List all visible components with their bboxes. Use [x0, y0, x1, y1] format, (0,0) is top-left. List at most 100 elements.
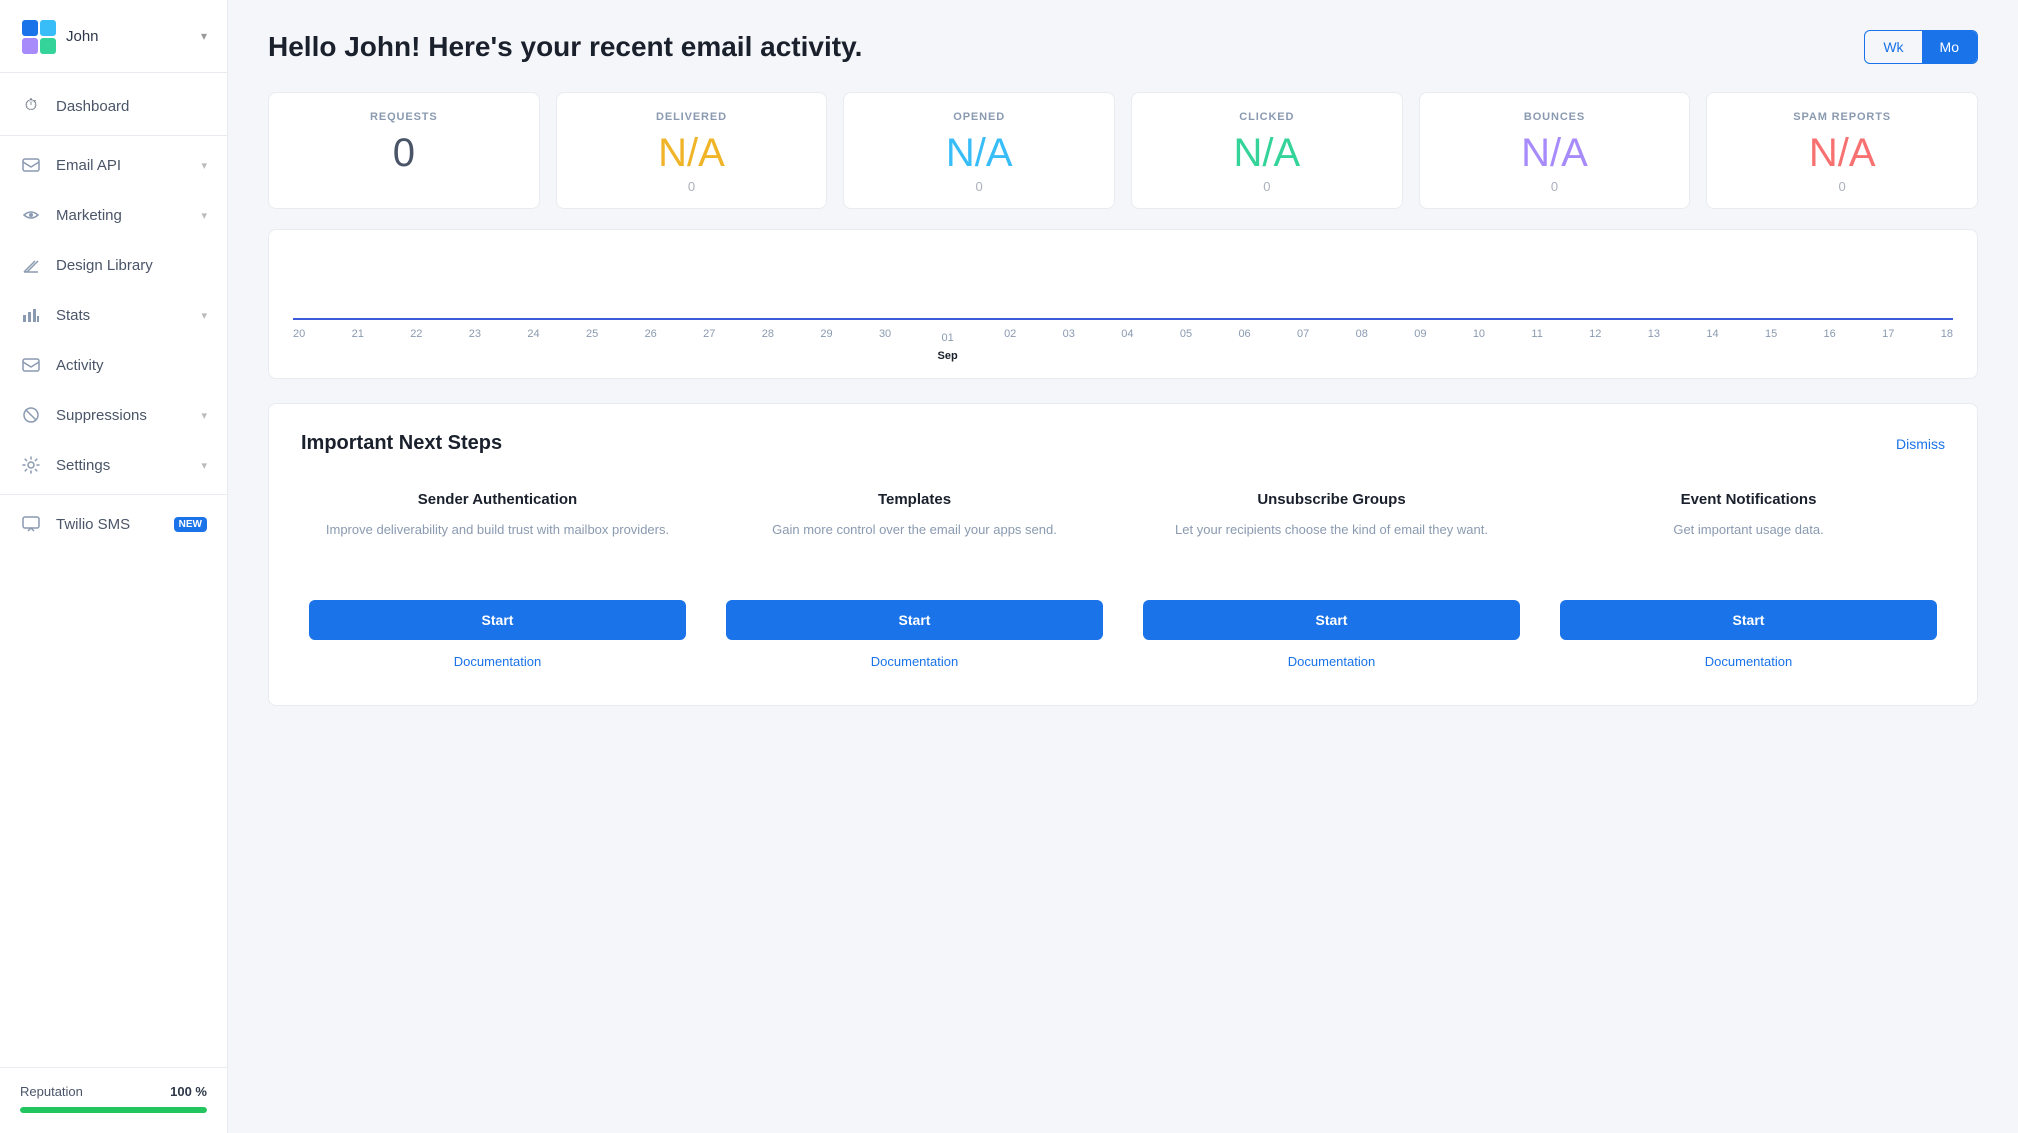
- sidebar-label-stats: Stats: [56, 307, 187, 324]
- main-content: Hello John! Here's your recent email act…: [228, 0, 2018, 1133]
- sidebar-label-design-library: Design Library: [56, 257, 207, 274]
- settings-chevron-icon: ▾: [201, 459, 207, 472]
- chart-label-29: 29: [820, 328, 832, 362]
- stat-value-delivered: N/A: [573, 133, 811, 173]
- chart-label-22: 22: [410, 328, 422, 362]
- step-start-sender-auth[interactable]: Start: [309, 600, 686, 640]
- sidebar-item-email-api[interactable]: Email API ▾: [0, 140, 227, 190]
- stat-value-requests: 0: [285, 133, 523, 173]
- sidebar-reputation: Reputation 100 %: [0, 1067, 227, 1133]
- sidebar-label-suppressions: Suppressions: [56, 407, 187, 424]
- stat-card-requests: REQUESTS 0: [268, 92, 540, 209]
- stat-card-spam-reports: SPAM REPORTS N/A 0: [1706, 92, 1978, 209]
- step-doc-event-notifications[interactable]: Documentation: [1560, 654, 1937, 669]
- stat-card-delivered: DELIVERED N/A 0: [556, 92, 828, 209]
- sidebar-username: John: [66, 28, 191, 45]
- page-title: Hello John! Here's your recent email act…: [268, 31, 862, 63]
- sidebar-item-dashboard[interactable]: ⏱ Dashboard: [0, 81, 227, 131]
- chart-label-09: 09: [1414, 328, 1426, 362]
- stat-sub-bounces: 0: [1436, 179, 1674, 194]
- step-title-unsubscribe-groups: Unsubscribe Groups: [1143, 491, 1520, 508]
- stats-cards: REQUESTS 0 DELIVERED N/A 0 OPENED N/A 0 …: [268, 92, 1978, 209]
- step-title-sender-auth: Sender Authentication: [309, 491, 686, 508]
- chart-label-17: 17: [1882, 328, 1894, 362]
- step-desc-templates: Gain more control over the email your ap…: [726, 520, 1103, 580]
- step-doc-sender-auth[interactable]: Documentation: [309, 654, 686, 669]
- sidebar-nav: ⏱ Dashboard Email API ▾ Marketing ▾ Desi…: [0, 73, 227, 1067]
- chart-label-03: 03: [1063, 328, 1075, 362]
- email-api-icon: [20, 154, 42, 176]
- sidebar-item-stats[interactable]: Stats ▾: [0, 290, 227, 340]
- user-chevron-icon: ▾: [201, 29, 207, 43]
- step-doc-templates[interactable]: Documentation: [726, 654, 1103, 669]
- chart-label-08: 08: [1356, 328, 1368, 362]
- suppressions-icon: [20, 404, 42, 426]
- reputation-bar: [20, 1107, 207, 1113]
- chart-label-30: 30: [879, 328, 891, 362]
- stat-sub-opened: 0: [860, 179, 1098, 194]
- chart-label-06: 06: [1238, 328, 1250, 362]
- reputation-label: Reputation: [20, 1084, 83, 1099]
- step-doc-unsubscribe-groups[interactable]: Documentation: [1143, 654, 1520, 669]
- step-title-event-notifications: Event Notifications: [1560, 491, 1937, 508]
- step-desc-event-notifications: Get important usage data.: [1560, 520, 1937, 580]
- sidebar: John ▾ ⏱ Dashboard Email API ▾ Marketing…: [0, 0, 228, 1133]
- sidebar-label-settings: Settings: [56, 457, 187, 474]
- chart-label-26: 26: [645, 328, 657, 362]
- period-mo-button[interactable]: Mo: [1922, 31, 1977, 63]
- stat-card-opened: OPENED N/A 0: [843, 92, 1115, 209]
- sidebar-item-marketing[interactable]: Marketing ▾: [0, 190, 227, 240]
- period-wk-button[interactable]: Wk: [1865, 31, 1921, 63]
- step-title-templates: Templates: [726, 491, 1103, 508]
- stat-value-opened: N/A: [860, 133, 1098, 173]
- email-api-chevron-icon: ▾: [201, 159, 207, 172]
- chart-label-14: 14: [1706, 328, 1718, 362]
- chart-label-11: 11: [1531, 328, 1542, 362]
- sidebar-label-twilio-sms: Twilio SMS: [56, 516, 156, 533]
- next-steps-title: Important Next Steps: [301, 432, 502, 455]
- app-logo: [20, 18, 56, 54]
- chart-area: 20 21 22 23 24 25 26 27 28 29 30 01 Sep …: [268, 229, 1978, 379]
- steps-grid: Sender Authentication Improve deliverabi…: [301, 483, 1945, 677]
- stat-sub-spam-reports: 0: [1723, 179, 1961, 194]
- stat-label-delivered: DELIVERED: [573, 111, 811, 123]
- chart-label-15: 15: [1765, 328, 1777, 362]
- reputation-fill: [20, 1107, 207, 1113]
- stat-label-bounces: BOUNCES: [1436, 111, 1674, 123]
- sidebar-label-email-api: Email API: [56, 157, 187, 174]
- sidebar-label-marketing: Marketing: [56, 207, 187, 224]
- sidebar-label-dashboard: Dashboard: [56, 98, 207, 115]
- chart-label-02: 02: [1004, 328, 1016, 362]
- chart-label-12: 12: [1589, 328, 1601, 362]
- chart-label-16: 16: [1824, 328, 1836, 362]
- sidebar-item-activity[interactable]: Activity: [0, 340, 227, 390]
- step-start-unsubscribe-groups[interactable]: Start: [1143, 600, 1520, 640]
- suppressions-chevron-icon: ▾: [201, 409, 207, 422]
- twilio-sms-icon: [20, 513, 42, 535]
- step-start-templates[interactable]: Start: [726, 600, 1103, 640]
- step-card-templates: Templates Gain more control over the ema…: [718, 483, 1111, 677]
- chart-label-27: 27: [703, 328, 715, 362]
- chart-label-18: 18: [1941, 328, 1953, 362]
- dismiss-button[interactable]: Dismiss: [1896, 436, 1945, 452]
- sidebar-item-settings[interactable]: Settings ▾: [0, 440, 227, 490]
- sidebar-label-activity: Activity: [56, 357, 207, 374]
- marketing-chevron-icon: ▾: [201, 209, 207, 222]
- marketing-icon: [20, 204, 42, 226]
- stat-label-requests: REQUESTS: [285, 111, 523, 123]
- design-library-icon: [20, 254, 42, 276]
- step-start-event-notifications[interactable]: Start: [1560, 600, 1937, 640]
- stat-sub-clicked: 0: [1148, 179, 1386, 194]
- step-card-unsubscribe-groups: Unsubscribe Groups Let your recipients c…: [1135, 483, 1528, 677]
- sidebar-item-twilio-sms[interactable]: Twilio SMS NEW: [0, 499, 227, 549]
- sidebar-logo[interactable]: John ▾: [0, 0, 227, 73]
- next-steps-header: Important Next Steps Dismiss: [301, 432, 1945, 455]
- stat-card-clicked: CLICKED N/A 0: [1131, 92, 1403, 209]
- chart-label-04: 04: [1121, 328, 1133, 362]
- sidebar-item-design-library[interactable]: Design Library: [0, 240, 227, 290]
- chart-sep-label: Sep: [938, 350, 958, 362]
- sidebar-item-suppressions[interactable]: Suppressions ▾: [0, 390, 227, 440]
- chart-label-01: 01: [942, 332, 954, 344]
- step-card-sender-auth: Sender Authentication Improve deliverabi…: [301, 483, 694, 677]
- dashboard-icon: ⏱: [20, 95, 42, 117]
